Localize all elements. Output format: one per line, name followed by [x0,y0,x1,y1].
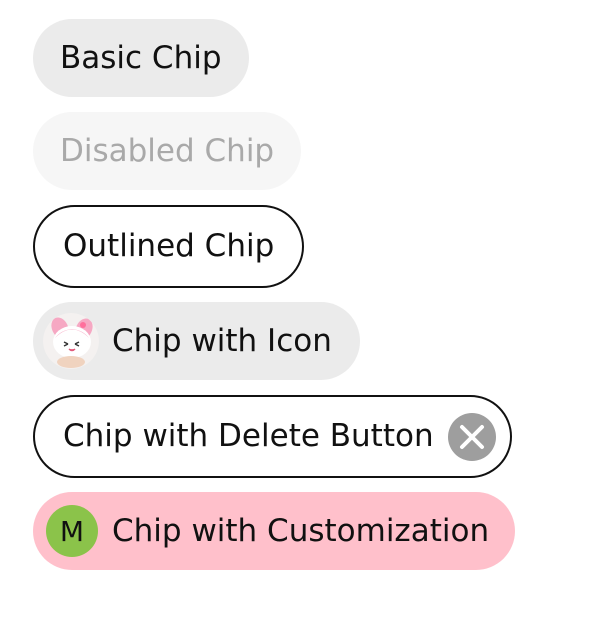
disabled-chip: Disabled Chip [33,112,302,190]
chip-demo-list: Basic Chip Disabled Chip Outlined Chip C… [0,0,590,620]
deletable-chip-label: Chip with Delete Button [63,418,434,454]
basic-chip[interactable]: Basic Chip [33,19,249,97]
deletable-chip[interactable]: Chip with Delete Button [33,395,512,478]
custom-chip[interactable]: M Chip with Customization [33,492,516,570]
icon-chip-label: Chip with Icon [112,322,332,359]
icon-chip[interactable]: Chip with Icon [33,302,360,380]
basic-chip-label: Basic Chip [60,39,222,76]
close-icon [459,424,484,449]
outlined-chip-label: Outlined Chip [63,228,275,264]
character-avatar-icon [43,313,99,369]
letter-avatar: M [46,505,98,557]
chip-delete-button[interactable] [447,412,496,461]
disabled-chip-label: Disabled Chip [60,132,275,169]
custom-chip-label: Chip with Customization [112,512,490,549]
outlined-chip[interactable]: Outlined Chip [33,205,305,288]
